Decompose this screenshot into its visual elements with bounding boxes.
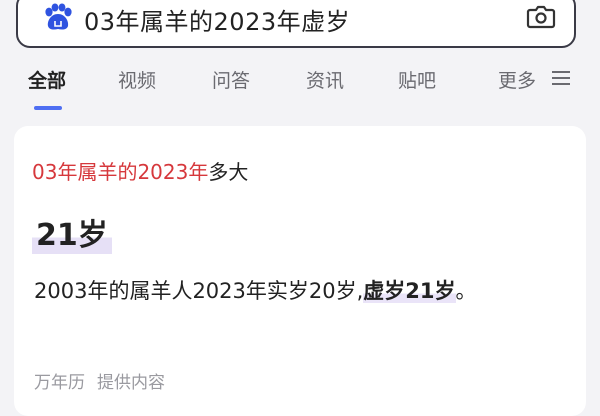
detail-emphasis: 虚岁21岁 [363,279,456,303]
result-title-rest: 多大 [208,160,249,184]
tab-more[interactable]: 更多 [498,66,536,93]
result-title-highlight: 03年属羊的2023年 [32,160,209,184]
detail-text: 2003年的属羊人2023年实岁20岁, [34,279,364,303]
answer-value: 21岁 [32,210,112,254]
result-card[interactable]: 03年属羊的2023年多大 21岁 2003年的属羊人2023年实岁20岁,虚岁… [14,126,586,416]
source-attribution: 万年历 提供内容 [34,368,165,393]
tab-qa[interactable]: 问答 [212,66,250,93]
active-tab-indicator [34,106,62,110]
result-title[interactable]: 03年属羊的2023年多大 [32,156,248,185]
camera-icon[interactable] [526,2,556,30]
tab-bar: 全部 视频 问答 资讯 贴吧 更多 [0,62,600,112]
search-input[interactable]: 03年属羊的2023年虚岁 [84,2,350,37]
tab-news[interactable]: 资讯 [306,66,344,93]
source-name[interactable]: 万年历 [34,373,85,393]
tab-video[interactable]: 视频 [118,66,156,93]
menu-lines-icon[interactable] [552,70,570,86]
baidu-paw-icon[interactable] [42,3,74,31]
source-suffix: 提供内容 [97,373,165,393]
tab-tieba[interactable]: 贴吧 [398,66,436,93]
detail-end: 。 [455,279,477,303]
search-bar[interactable]: 03年属羊的2023年虚岁 [16,0,576,48]
answer-detail: 2003年的属羊人2023年实岁20岁,虚岁21岁。 [34,272,554,310]
tab-all[interactable]: 全部 [28,66,66,93]
